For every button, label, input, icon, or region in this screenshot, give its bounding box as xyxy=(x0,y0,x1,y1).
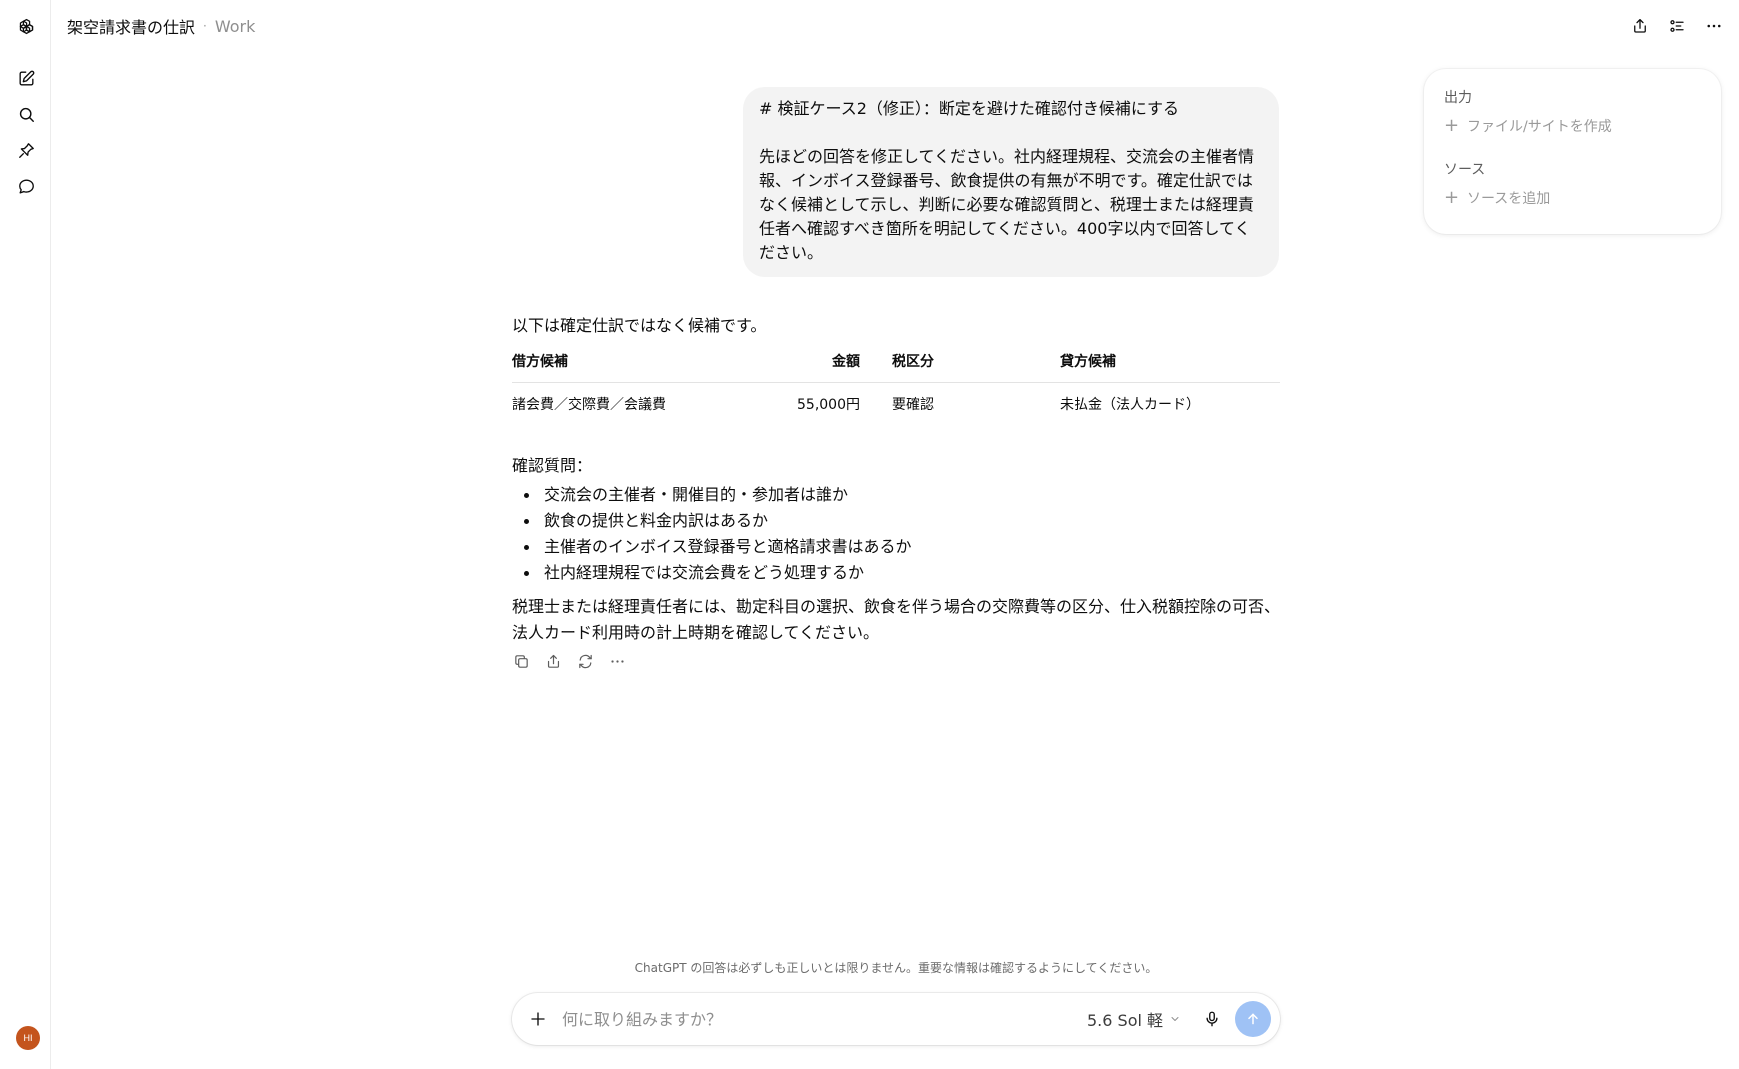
microphone-icon xyxy=(1206,1011,1218,1027)
list-item: 飲食の提供と料金内訳はあるか xyxy=(512,508,1280,534)
model-selector[interactable]: 5.6 Sol 軽 xyxy=(1087,1006,1181,1032)
plus-icon: + xyxy=(1444,187,1460,208)
table-row: 諸会費／交際費／会議費 55,000円 要確認 未払金（法人カード） xyxy=(512,383,1280,429)
more-options-icon[interactable] xyxy=(1702,14,1725,37)
regenerate-icon[interactable] xyxy=(574,650,596,672)
create-file-label: ファイル/サイトを作成 xyxy=(1467,119,1612,135)
list-item: 主催者のインボイス登録番号と適格請求書はあるか xyxy=(512,534,1280,560)
table-header: 金額 xyxy=(762,344,892,383)
add-attachment-button[interactable] xyxy=(524,1005,552,1033)
conversation-header: 架空請求書の仕訳 · Work xyxy=(67,14,255,38)
table-cell: 要確認 xyxy=(892,397,934,413)
pin-icon[interactable] xyxy=(14,138,38,162)
list-item: 交流会の主催者・開催目的・参加者は誰か xyxy=(512,482,1280,508)
conversation-title[interactable]: 架空請求書の仕訳 xyxy=(67,14,195,38)
add-source-button[interactable]: + ソースを追加 xyxy=(1444,187,1701,209)
questions-label: 確認質問： xyxy=(512,456,593,475)
table-header: 税区分 xyxy=(892,344,1060,383)
prompt-input[interactable] xyxy=(562,1005,1062,1033)
table-header-row: 借方候補 金額 税区分 貸方候補 xyxy=(512,344,1280,383)
panel-toggle-icon[interactable] xyxy=(1665,14,1688,37)
plus-icon xyxy=(531,1012,545,1026)
microphone-button[interactable] xyxy=(1198,1005,1226,1033)
openai-logo-icon[interactable] xyxy=(14,14,38,38)
answer-closing: 税理士または経理責任者には、勘定科目の選択、飲食を伴う場合の交際費等の区分、仕入… xyxy=(512,597,1281,642)
side-panel: 出力 + ファイル/サイトを作成 ソース + ソースを追加 xyxy=(1424,69,1721,234)
table-header: 貸方候補 xyxy=(1060,344,1280,383)
search-icon[interactable] xyxy=(14,102,38,126)
new-chat-icon[interactable] xyxy=(14,66,38,90)
copy-icon[interactable] xyxy=(510,650,532,672)
create-file-button[interactable]: + ファイル/サイトを作成 xyxy=(1444,115,1701,137)
chevron-down-icon xyxy=(1171,1017,1179,1021)
composer: 5.6 Sol 軽 xyxy=(512,993,1280,1045)
table-header: 借方候補 xyxy=(512,344,762,383)
assistant-message: 以下は確定仕訳ではなく候補です。 借方候補 金額 税区分 貸方候補 諸会費／交際… xyxy=(512,314,1280,646)
output-heading: 出力 xyxy=(1444,90,1472,106)
sources-heading: ソース xyxy=(1444,162,1486,178)
top-actions xyxy=(1628,14,1725,37)
questions-list: 交流会の主催者・開催目的・参加者は誰か 飲食の提供と料金内訳はあるか 主催者のイ… xyxy=(512,482,1280,586)
user-message: # 検証ケース2（修正）：断定を避けた確認付き候補にする 先ほどの回答を修正して… xyxy=(743,87,1279,277)
table-cell: 諸会費／交際費／会議費 xyxy=(512,397,666,413)
more-options-icon[interactable] xyxy=(606,650,628,672)
share-icon[interactable] xyxy=(1628,14,1651,37)
sidebar: HI xyxy=(0,0,51,1069)
answer-intro: 以下は確定仕訳ではなく候補です。 xyxy=(512,316,767,335)
disclaimer: ChatGPT の回答は必ずしも正しいとは限りません。重要な情報は確認するように… xyxy=(634,961,1158,975)
table-cell: 未払金（法人カード） xyxy=(1060,397,1200,413)
send-button[interactable] xyxy=(1235,1001,1271,1037)
message-actions xyxy=(510,650,628,672)
plus-icon: + xyxy=(1444,115,1460,136)
arrow-up-icon xyxy=(1248,1013,1258,1025)
share-icon[interactable] xyxy=(542,650,564,672)
list-item: 社内経理規程では交流会費をどう処理するか xyxy=(512,560,1280,586)
title-separator: · xyxy=(203,19,207,33)
model-label: 5.6 Sol 軽 xyxy=(1087,1011,1164,1030)
journal-table: 借方候補 金額 税区分 貸方候補 諸会費／交際費／会議費 55,000円 要確認… xyxy=(512,344,1280,428)
chat-bubble-icon[interactable] xyxy=(14,174,38,198)
project-name[interactable]: Work xyxy=(215,17,256,36)
table-cell: 55,000円 xyxy=(797,397,860,413)
avatar[interactable]: HI xyxy=(16,1026,40,1050)
user-message-heading: # 検証ケース2（修正）：断定を避けた確認付き候補にする xyxy=(759,99,1180,118)
user-message-body: 先ほどの回答を修正してください。社内経理規程、交流会の主催者情報、インボイス登録… xyxy=(759,147,1255,262)
add-source-label: ソースを追加 xyxy=(1467,191,1551,207)
